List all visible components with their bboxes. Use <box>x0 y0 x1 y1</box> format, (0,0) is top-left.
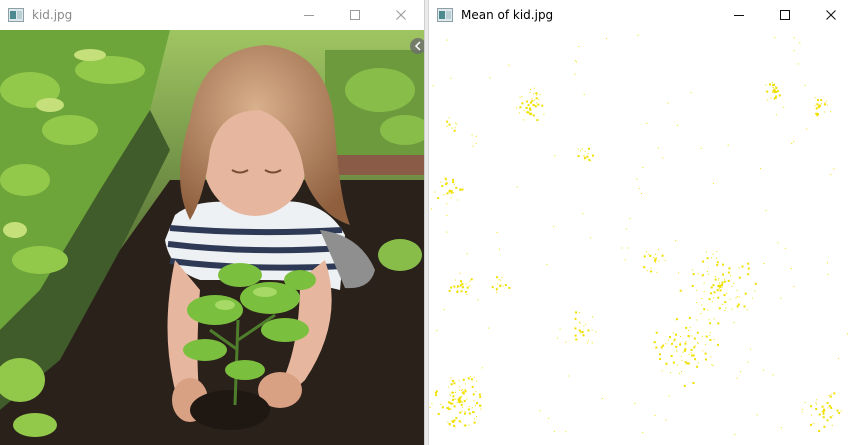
window-title: Mean of kid.jpg <box>461 8 554 22</box>
maximize-icon <box>350 10 360 20</box>
minimize-icon <box>304 15 314 16</box>
close-button[interactable] <box>378 0 424 30</box>
image-window-icon <box>437 8 453 22</box>
image-canvas[interactable] <box>429 30 854 445</box>
kid-gardening-photo <box>0 30 424 445</box>
image-window-icon <box>8 8 24 22</box>
title-bar[interactable]: kid.jpg <box>0 0 424 30</box>
chevron-left-icon <box>410 38 424 54</box>
minimize-icon <box>734 15 744 16</box>
mean-image-window[interactable]: Mean of kid.jpg <box>428 0 854 445</box>
close-icon <box>396 10 406 20</box>
title-bar[interactable]: Mean of kid.jpg <box>429 0 854 30</box>
maximize-button[interactable] <box>762 0 808 30</box>
maximize-button[interactable] <box>332 0 378 30</box>
minimize-button[interactable] <box>286 0 332 30</box>
window-title: kid.jpg <box>32 8 73 22</box>
mean-filter-output <box>429 30 854 445</box>
kid-image-window[interactable]: kid.jpg <box>0 0 425 445</box>
scroll-handle[interactable] <box>408 36 424 56</box>
minimize-button[interactable] <box>716 0 762 30</box>
close-icon <box>826 10 836 20</box>
close-button[interactable] <box>808 0 854 30</box>
image-canvas[interactable] <box>0 30 424 445</box>
maximize-icon <box>780 10 790 20</box>
